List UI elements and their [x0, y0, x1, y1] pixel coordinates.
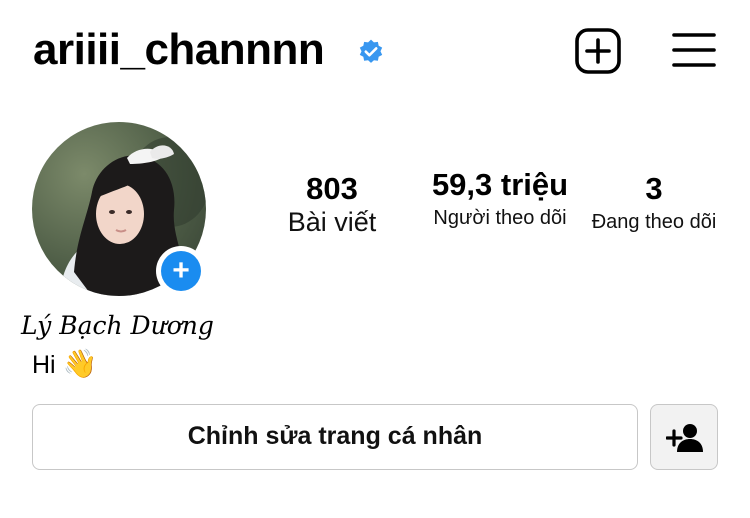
followers-count[interactable]: 59,3 triệu Người theo dõi	[418, 166, 582, 232]
verified-badge-icon	[359, 39, 383, 63]
discover-people-button[interactable]	[650, 404, 718, 470]
following-value: 3	[645, 171, 663, 206]
add-story-button[interactable]: +	[156, 246, 206, 296]
profile-header: ariiii_channnn	[0, 0, 750, 100]
posts-count[interactable]: 803 Bài viết	[272, 170, 392, 236]
edit-profile-button[interactable]: Chỉnh sửa trang cá nhân	[32, 404, 638, 470]
posts-label: Bài viết	[287, 207, 377, 237]
hamburger-menu-icon[interactable]	[672, 30, 716, 70]
plus-square-icon[interactable]	[574, 27, 622, 75]
followers-label: Người theo dõi	[433, 207, 567, 229]
display-name: Lý Bạch Dương	[21, 311, 214, 340]
following-label: Đang theo dõi	[591, 211, 717, 233]
username[interactable]: ariiii_channnn	[33, 22, 325, 78]
waving-hand-icon: 👋	[62, 348, 98, 379]
following-count[interactable]: 3 Đang theo dõi	[580, 170, 728, 236]
plus-icon: +	[161, 251, 201, 291]
add-person-icon	[666, 424, 703, 452]
bio: Hi 👋	[32, 344, 97, 385]
posts-value: 803	[306, 171, 358, 206]
bio-text: Hi	[32, 351, 56, 379]
followers-value: 59,3 triệu	[431, 167, 569, 202]
